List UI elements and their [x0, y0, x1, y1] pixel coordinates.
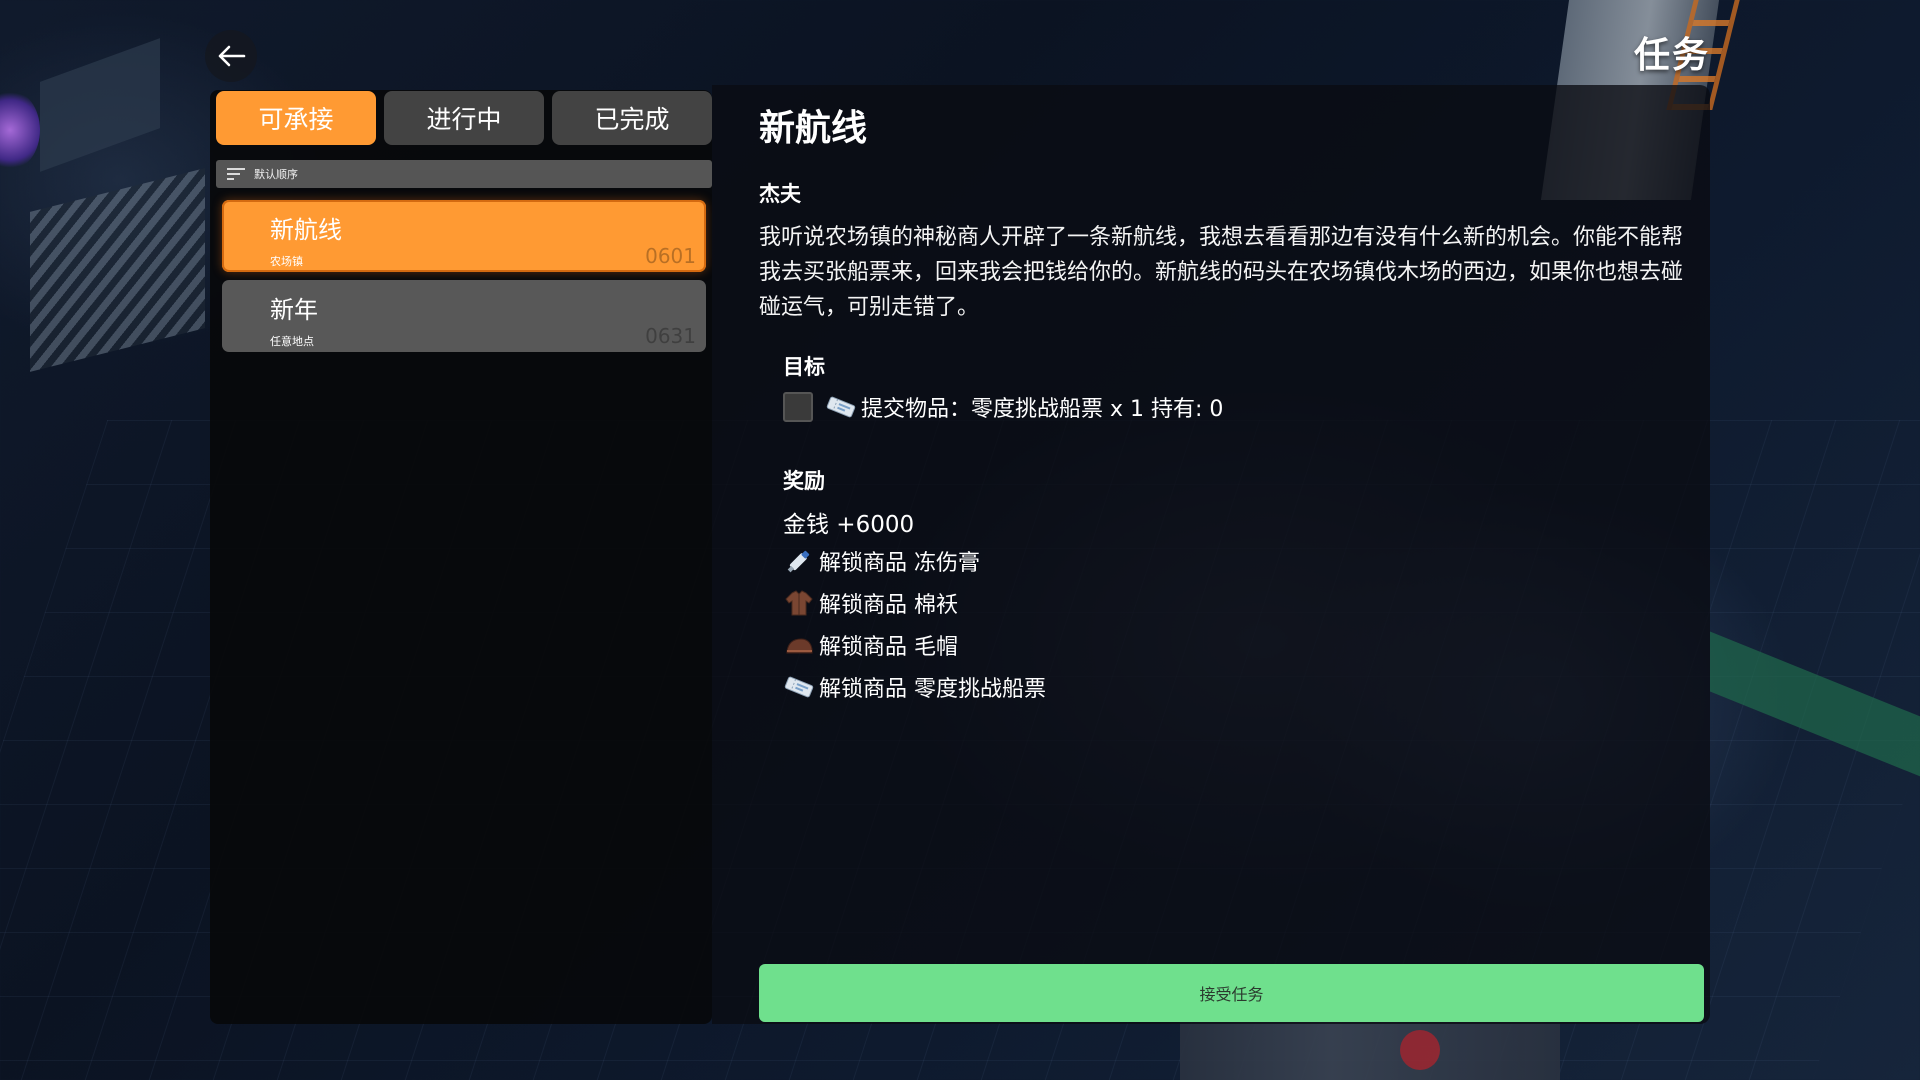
- reward-item: 解锁商品 棉袄: [783, 582, 1046, 624]
- quest-giver: 杰夫: [759, 182, 801, 206]
- reward-item: 解锁商品 零度挑战船票: [783, 666, 1046, 708]
- quest-location: 任意地点: [270, 335, 314, 348]
- quest-code: 0631: [645, 324, 696, 348]
- objective-text: 提交物品：零度挑战船票 x 1 持有: 0: [861, 397, 1224, 422]
- reward-list: 解锁商品 冻伤膏 解锁商品 棉袄 解锁商品 毛帽 解锁商品 零度挑战船票: [783, 540, 1046, 708]
- tube-icon: [787, 550, 810, 573]
- background-lamp: [0, 90, 40, 170]
- back-button[interactable]: [205, 30, 257, 82]
- quest-list-panel: 可承接 进行中 已完成 默认顺序 新航线 农场镇 0601 新年 任意地点 06…: [210, 90, 712, 1024]
- sort-icon: [227, 168, 245, 180]
- coat-icon: [785, 590, 813, 616]
- quest-code: 0601: [645, 244, 696, 268]
- accept-quest-button[interactable]: 接受任务: [759, 964, 1704, 1022]
- quest-name: 新年: [270, 296, 318, 324]
- arrow-left-icon: [218, 45, 246, 67]
- objective-checkbox[interactable]: [783, 392, 813, 422]
- background-crate: [40, 38, 160, 172]
- quest-name: 新航线: [270, 216, 342, 244]
- tab-available[interactable]: 可承接: [216, 91, 376, 145]
- quest-item-new-route[interactable]: 新航线 农场镇 0601: [222, 200, 706, 272]
- reward-money: 金钱 +6000: [783, 512, 915, 538]
- hat-icon: [786, 638, 813, 654]
- tab-in-progress[interactable]: 进行中: [384, 91, 544, 145]
- quest-detail-panel: 新航线 杰夫 我听说农场镇的神秘商人开辟了一条新航线，我想去看看那边有没有什么新…: [712, 85, 1710, 1024]
- quest-list: 新航线 农场镇 0601 新年 任意地点 0631: [222, 200, 706, 360]
- reward-heading: 奖励: [783, 469, 825, 493]
- reward-text: 解锁商品 冻伤膏: [819, 551, 980, 576]
- sort-dropdown[interactable]: 默认顺序: [216, 160, 712, 188]
- objective-row: 提交物品：零度挑战船票 x 1 持有: 0: [783, 387, 1223, 427]
- tab-completed[interactable]: 已完成: [552, 91, 712, 145]
- sort-label: 默认顺序: [254, 168, 298, 181]
- quest-description: 我听说农场镇的神秘商人开辟了一条新航线，我想去看看那边有没有什么新的机会。你能不…: [759, 225, 1684, 320]
- reward-item: 解锁商品 毛帽: [783, 624, 1046, 666]
- reward-item: 解锁商品 冻伤膏: [783, 540, 1046, 582]
- reward-text: 解锁商品 零度挑战船票: [819, 677, 1046, 702]
- quest-location: 农场镇: [270, 255, 303, 268]
- reward-text: 解锁商品 毛帽: [819, 635, 958, 660]
- ticket-icon: [784, 676, 814, 698]
- objective-heading: 目标: [783, 355, 825, 379]
- page-title: 任务: [1633, 35, 1710, 76]
- background-hazard-grate: [30, 168, 205, 372]
- reward-text: 解锁商品 棉袄: [819, 593, 958, 618]
- quest-title: 新航线: [759, 108, 868, 149]
- ticket-icon: [826, 396, 856, 418]
- quest-item-new-year[interactable]: 新年 任意地点 0631: [222, 280, 706, 352]
- tab-bar: 可承接 进行中 已完成: [216, 91, 712, 145]
